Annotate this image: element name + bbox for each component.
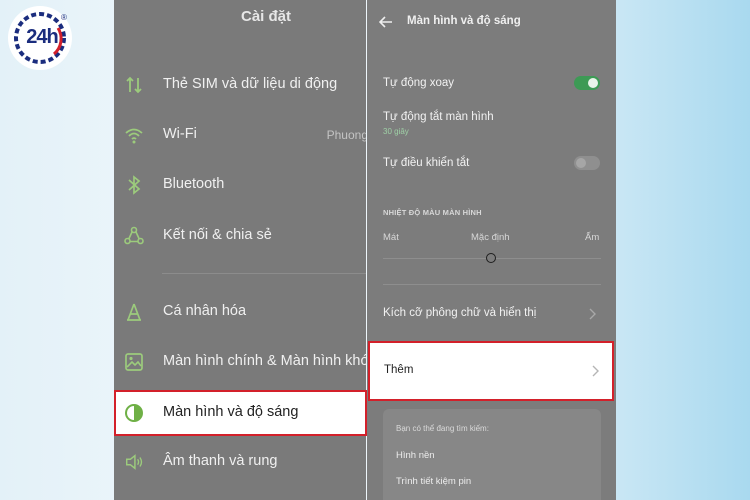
divider	[383, 284, 601, 285]
color-temp-slider-handle[interactable]	[486, 253, 496, 263]
chevron-right-icon	[589, 307, 597, 325]
color-temp-cool-label: Mát	[383, 232, 399, 243]
screen-timeout-value: 30 giây	[383, 127, 409, 136]
auto-off-control-toggle[interactable]	[574, 156, 600, 170]
menu-item-label: Wi-Fi	[163, 126, 197, 142]
toggle-knob	[588, 78, 598, 88]
sound-icon	[124, 452, 144, 472]
color-temp-heading: NHIỆT ĐỘ MÀU MÀN HÌNH	[383, 208, 482, 217]
divider	[162, 273, 366, 274]
sim-data-icon	[124, 75, 144, 95]
suggestion-heading: Bạn có thể đang tìm kiếm:	[396, 424, 489, 433]
logo-text: 24h	[26, 26, 58, 48]
menu-item-label: Màn hình và độ sáng	[163, 404, 299, 420]
brightness-icon	[124, 403, 144, 423]
color-temp-warm-label: Ấm	[585, 232, 600, 243]
suggestion-item-battery-saver[interactable]: Trình tiết kiệm pin	[396, 476, 471, 487]
menu-item-label: Bluetooth	[163, 176, 225, 192]
site-logo: 24h ®	[8, 6, 72, 70]
menu-item-label: Màn hình chính & Màn hình khóa	[163, 353, 366, 369]
menu-item-label: Cá nhân hóa	[163, 303, 247, 319]
more-settings-row[interactable]: Thêm	[368, 341, 614, 401]
settings-title: Cài đặt	[240, 8, 291, 25]
menu-item-display-brightness[interactable]: Màn hình và độ sáng	[114, 390, 367, 436]
color-temp-default-label: Mặc định	[471, 232, 510, 243]
home-screen-icon	[124, 352, 144, 372]
suggestion-item-wallpaper[interactable]: Hình nền	[396, 450, 435, 461]
auto-rotate-label: Tự động xoay	[383, 77, 454, 89]
menu-item-bluetooth[interactable]: Bluetooth	[114, 163, 366, 207]
toggle-knob	[576, 158, 586, 168]
auto-rotate-toggle[interactable]	[574, 76, 600, 90]
menu-item-label: Âm thanh và rung	[163, 453, 278, 469]
suggestion-box: Bạn có thể đang tìm kiếm: Hình nền Trình…	[383, 409, 601, 500]
menu-item-sim-data[interactable]: Thẻ SIM và dữ liệu di động	[114, 63, 366, 107]
wifi-icon	[124, 125, 144, 145]
menu-item-sound-vibration[interactable]: Âm thanh và rung	[114, 440, 366, 484]
back-arrow-icon[interactable]	[378, 15, 393, 33]
more-settings-label: Thêm	[384, 364, 414, 376]
menu-item-connection-share[interactable]: Kết nối & chia sẻ	[114, 214, 366, 258]
personalize-icon	[124, 302, 144, 322]
font-size-display-label[interactable]: Kích cỡ phông chữ và hiển thị	[383, 307, 536, 319]
menu-item-personalize[interactable]: Cá nhân hóa	[114, 290, 366, 334]
logo-registered-mark: ®	[61, 13, 67, 22]
menu-item-home-lock-screen[interactable]: Màn hình chính & Màn hình khóa	[114, 340, 366, 384]
bluetooth-icon	[124, 175, 144, 195]
chevron-right-icon	[592, 364, 600, 382]
wifi-network-name: Phuong	[326, 128, 366, 142]
page-title: Màn hình và độ sáng	[407, 15, 521, 27]
menu-item-wifi[interactable]: Wi-Fi Phuong	[114, 113, 366, 157]
screen-timeout-label[interactable]: Tự động tắt màn hình	[383, 111, 494, 123]
menu-item-label: Kết nối & chia sẻ	[163, 227, 272, 243]
display-brightness-panel: Màn hình và độ sáng Tự động xoay Tự động…	[367, 0, 616, 500]
connection-share-icon	[124, 226, 144, 246]
auto-off-control-label: Tự điều khiển tắt	[383, 157, 470, 169]
menu-item-label: Thẻ SIM và dữ liệu di động	[163, 76, 338, 92]
